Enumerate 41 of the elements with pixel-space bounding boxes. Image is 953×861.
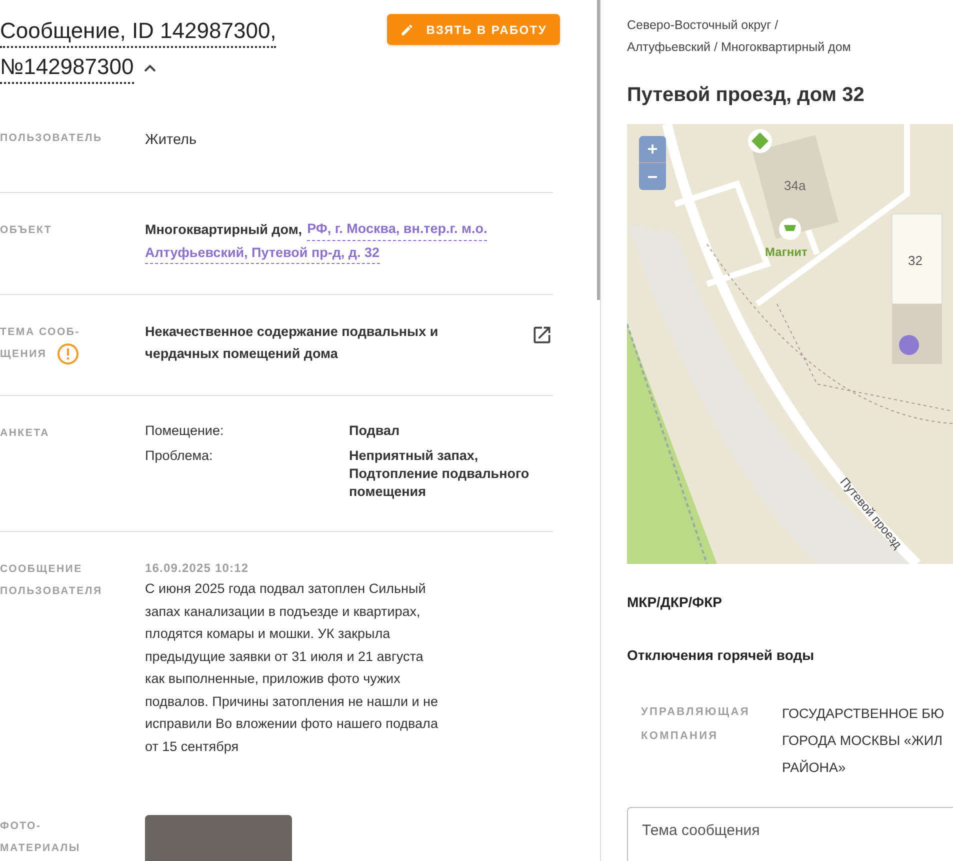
field-label: ПОЛЬЗОВАТЕЛЬ [0, 131, 102, 146]
map-label: 34а [784, 177, 806, 195]
map-label: Магнит [765, 244, 808, 261]
map-label: 32 [908, 252, 922, 270]
survey-value: Подвал [349, 422, 401, 440]
survey-key: Проблема: [145, 447, 349, 465]
message-number: №142987300 [0, 52, 134, 84]
breadcrumb-item[interactable]: Алтуфьевский / Многоквартирный дом [627, 36, 953, 58]
scrollbar[interactable] [597, 0, 600, 300]
field-label: ЩЕНИЯ [0, 347, 47, 362]
take-to-work-button[interactable]: ВЗЯТЬ В РАБОТУ [387, 14, 560, 45]
survey-key: Помещение: [145, 422, 349, 440]
section-heading: Отключения горячей воды [627, 646, 816, 665]
field-label: ОБЪЕКТ [0, 223, 52, 238]
field-label: ФОТО- [0, 819, 42, 834]
field-label: ТЕМА СООБ- [0, 325, 80, 340]
field-label: СООБЩЕНИЕ [0, 562, 82, 577]
company-label: УПРАВЛЯЮЩАЯ КОМПАНИЯ [641, 705, 751, 744]
subject-field[interactable]: Тема сообщения [627, 807, 953, 861]
message-date: 16.09.2025 10:12 [145, 560, 250, 577]
field-label: МАТЕРИАЛЫ [0, 841, 80, 856]
object-type: Многоквартирный дом, [145, 221, 302, 239]
address-link[interactable]: РФ, г. Москва, вн.тер.г. м.о. [307, 219, 488, 241]
message-text: С июня 2025 года подвал затоплен Сильный запах канализации в подъезде и квартирах, плодятся комары и мошки. УК закрыла предыдущие заявки от 31 июля и 21 августа как выполненные, приложив фото чужих подвалов. Причины затопления не нашли и не исправили Во вложении фото нашего подвала от 15 сентября [145, 580, 439, 756]
breadcrumb-item[interactable]: Северо-Восточный округ / [627, 14, 953, 36]
company-name-line: РАЙОНА» [782, 758, 847, 777]
company-name-line: ГОСУДАРСТВЕННОЕ БЮ [782, 705, 944, 723]
field-value: Житель [145, 131, 197, 150]
message-title: Сообщение, ID 142987300, [0, 16, 276, 48]
field-label: АНКЕТА [0, 426, 50, 441]
field-label: ПОЛЬЗОВАТЕЛЯ [0, 584, 102, 599]
section-heading: МКР/ДКР/ФКР [627, 593, 724, 612]
address-link[interactable]: Алтуфьевский, Путевой пр-д, д. 32 [145, 243, 380, 264]
company-name-line: ГОРОДА МОСКВЫ «ЖИЛ [782, 732, 944, 750]
pencil-icon [400, 22, 414, 36]
address-title: Путевой проезд, дом 32 [627, 83, 866, 108]
zoom-out-button[interactable]: − [639, 163, 666, 190]
open-external-icon[interactable] [531, 324, 553, 346]
topic-text: Некачественное содержание подвальных и чердачных помещений дома [145, 323, 440, 363]
zoom-in-button[interactable]: + [639, 136, 666, 163]
survey-value: Неприятный запах, Подтопление подвального помещения [349, 447, 530, 501]
